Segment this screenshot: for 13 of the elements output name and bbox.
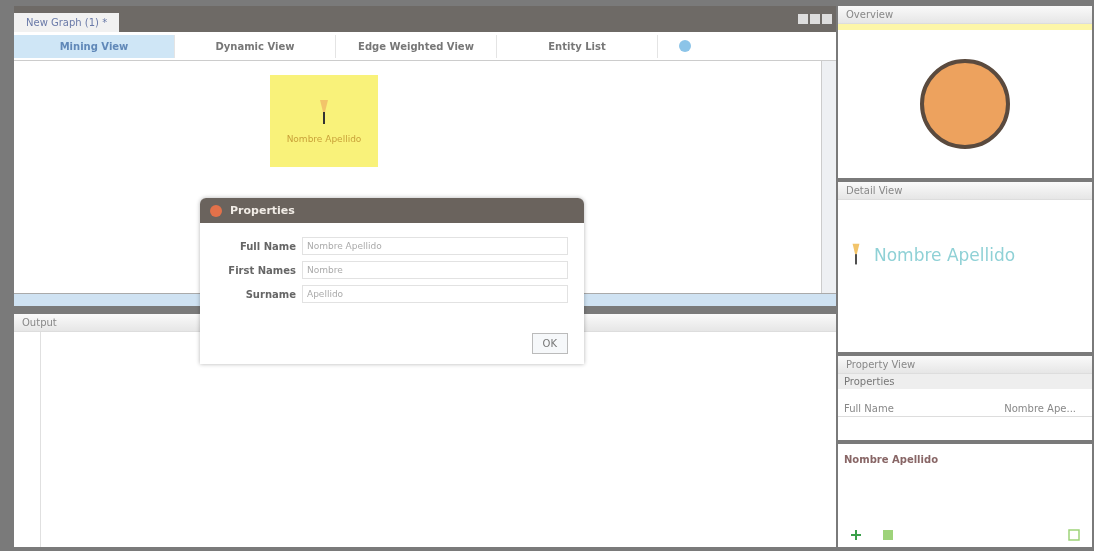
panel-title: Detail View [846, 185, 903, 196]
property-value: Nombre Ape... [1004, 403, 1076, 414]
field-label: First Names [227, 264, 296, 276]
field-label: Full Name [238, 240, 296, 252]
panel-title: Output [22, 317, 57, 328]
property-name: Full Name [844, 403, 894, 414]
panel-title: Overview [846, 9, 894, 20]
dialog-title: Properties [230, 204, 295, 217]
entity-label: Nombre Apellido [844, 454, 939, 465]
entity-name: Nombre Apellido [874, 245, 1016, 265]
node-label: Nombre Apellido [286, 134, 362, 144]
field-label: Surname [244, 288, 296, 300]
panel-title: Property View [846, 359, 916, 370]
